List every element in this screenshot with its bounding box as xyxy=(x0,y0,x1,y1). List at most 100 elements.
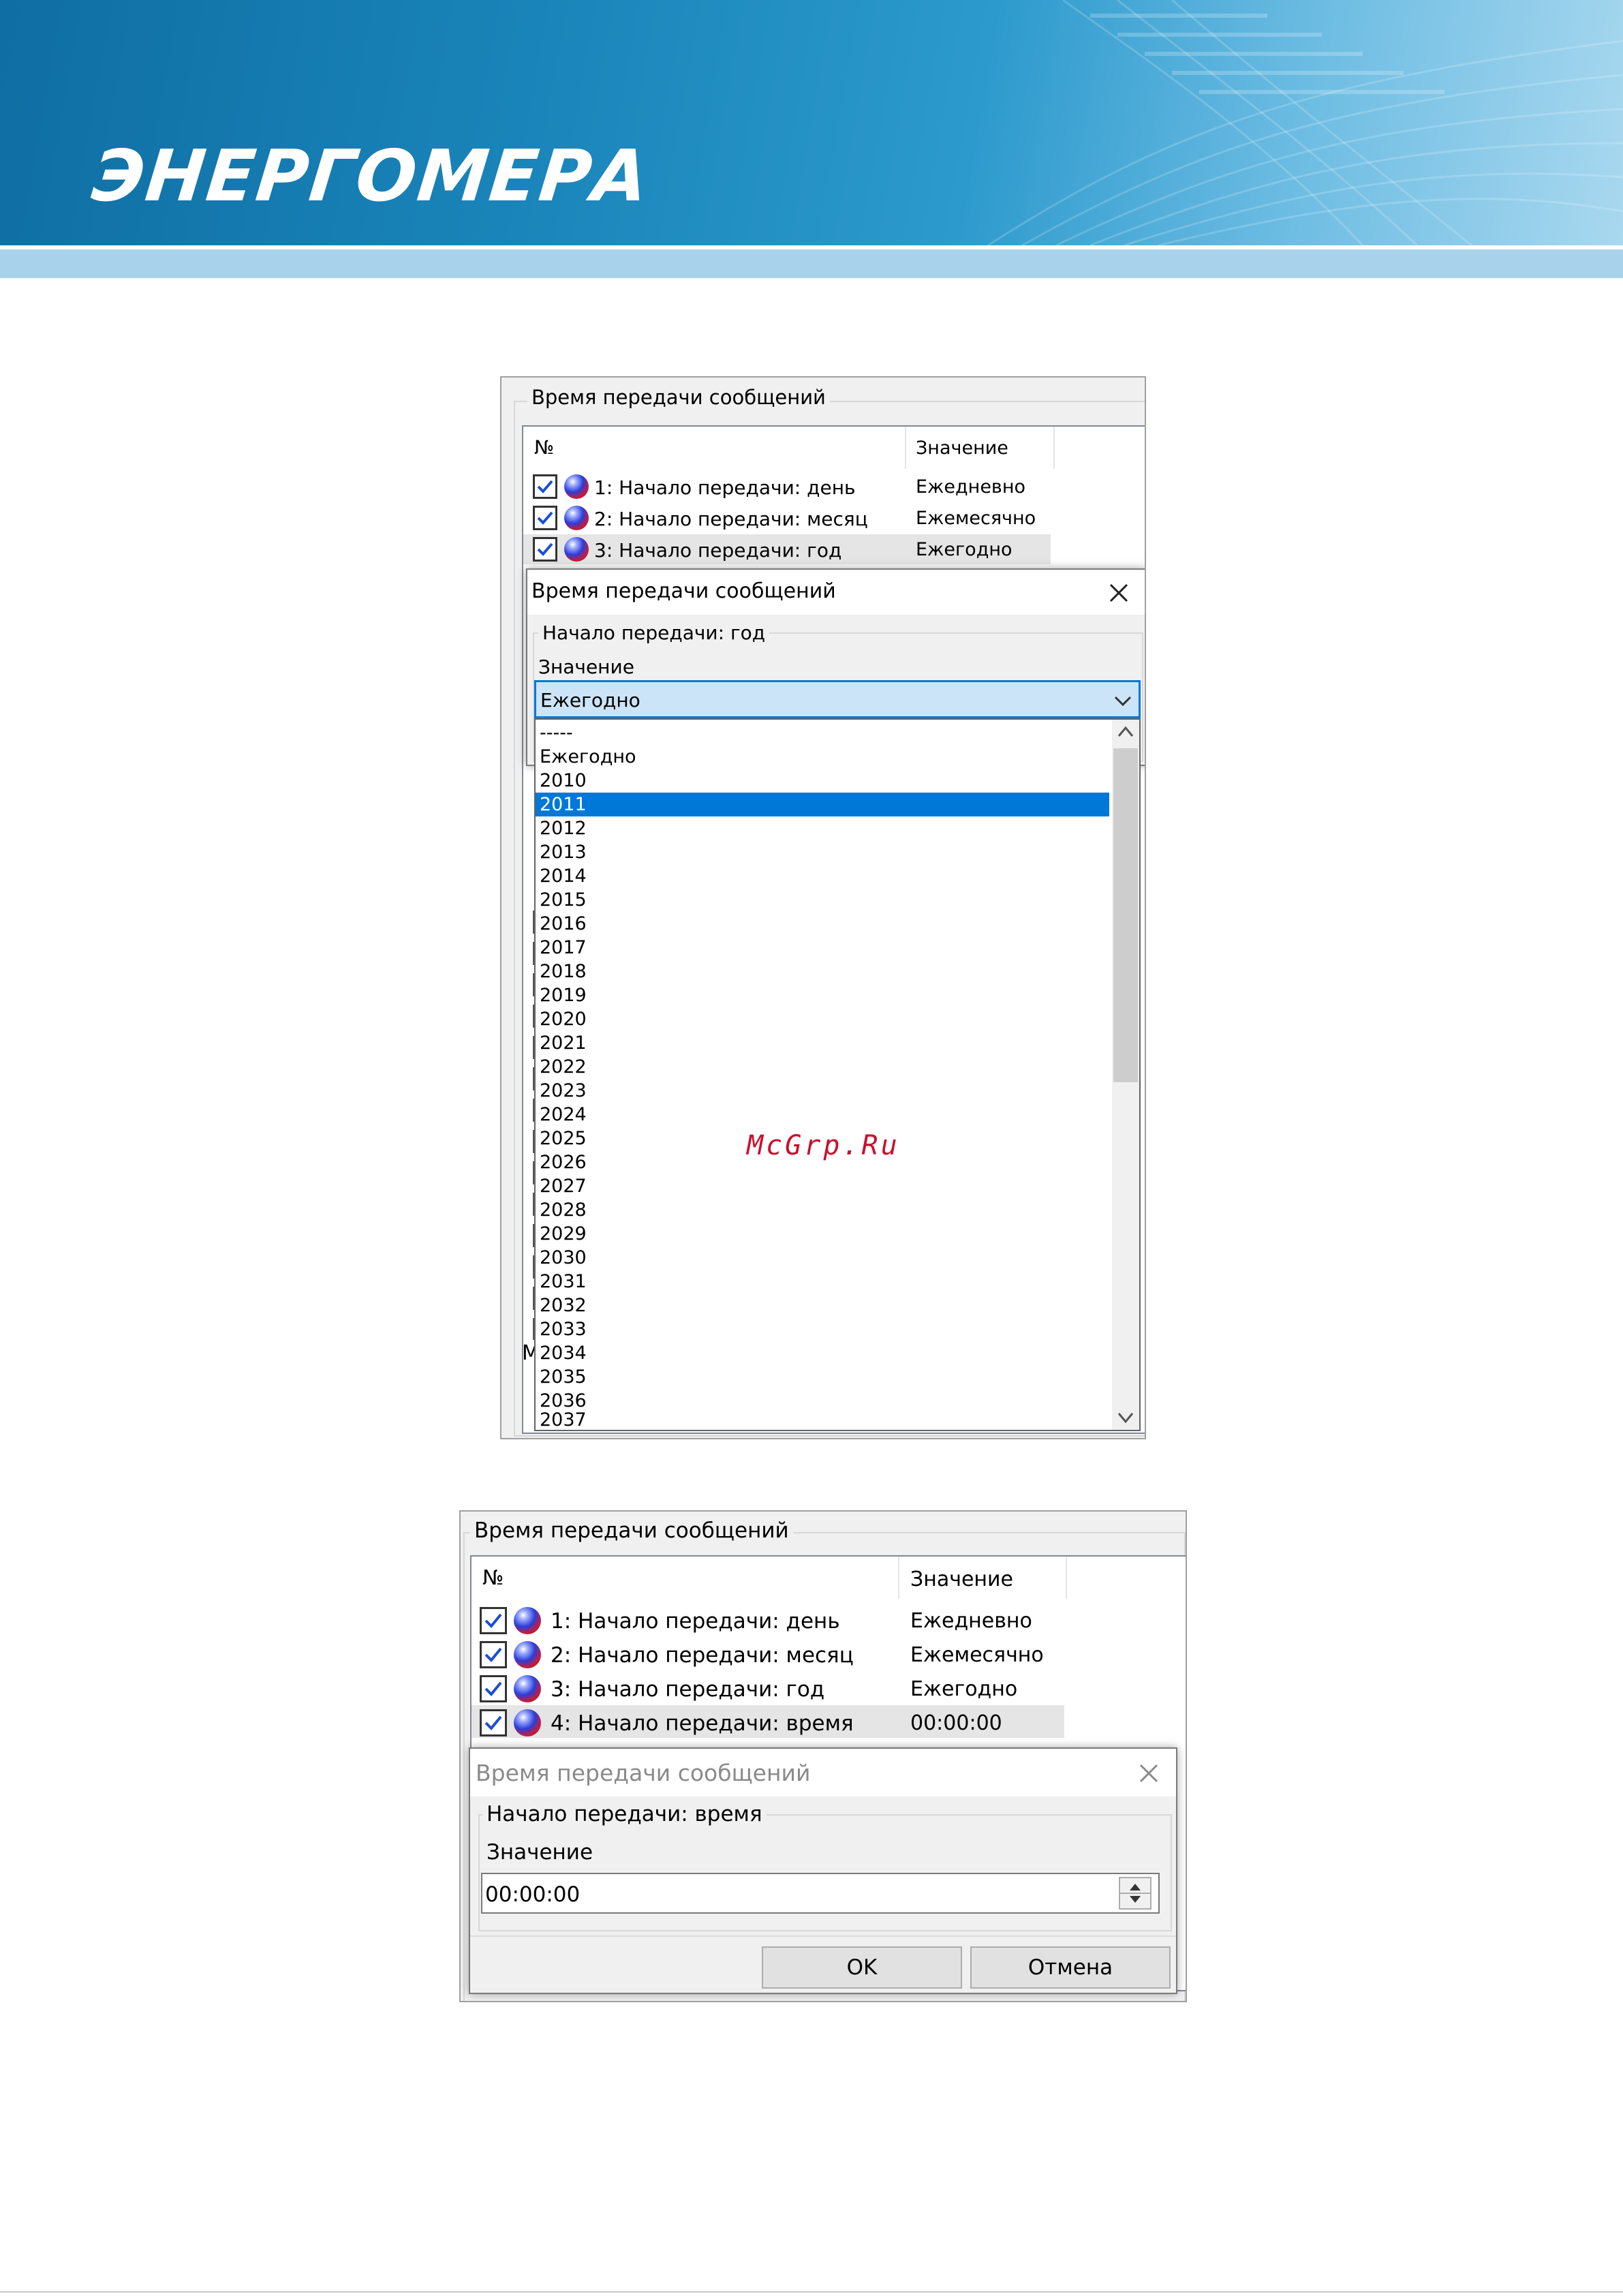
dropdown-option[interactable]: 2013 xyxy=(536,840,1109,864)
row-checkbox[interactable] xyxy=(480,1675,507,1702)
dialog-titlebar[interactable]: Время передачи сообщений xyxy=(527,570,1145,615)
dropdown-option[interactable]: ----- xyxy=(536,721,1109,745)
year-dropdown-list[interactable]: ----- Ежегодно 2010 2011 2012 2013 2014 … xyxy=(534,718,1141,1431)
table-row[interactable]: 4: Начало передачи: время 00:00:00 xyxy=(472,1705,1064,1738)
edit-dialog: Время передачи сообщений Начало передачи… xyxy=(469,1747,1177,1994)
dropdown-option[interactable]: 2021 xyxy=(536,1031,1109,1055)
screenshot-time-dialog: Время передачи сообщений № Значение 1: Н… xyxy=(459,1510,1187,2002)
energomera-logo: ЭНЕРГОМЕРА xyxy=(88,134,653,217)
spin-buttons[interactable] xyxy=(1119,1877,1151,1910)
table-row[interactable]: 2: Начало передачи: месяц Ежемесячно xyxy=(472,1637,1186,1670)
dropdown-option[interactable]: 2034 xyxy=(536,1341,1109,1365)
row-value: Ежедневно xyxy=(910,1609,1032,1633)
column-header-num[interactable]: № xyxy=(482,1566,504,1590)
row-checkbox[interactable] xyxy=(533,537,557,562)
dropdown-option[interactable]: 2020 xyxy=(536,1007,1109,1031)
row-checkbox[interactable] xyxy=(533,506,557,530)
dropdown-option[interactable]: 2027 xyxy=(536,1174,1109,1198)
dropdown-option[interactable]: 2022 xyxy=(536,1055,1109,1079)
check-icon xyxy=(484,1715,502,1730)
column-header-value[interactable]: Значение xyxy=(910,1567,1013,1591)
scrollbar-thumb[interactable] xyxy=(1113,748,1138,1082)
column-separator[interactable] xyxy=(898,1557,899,1599)
dropdown-option[interactable]: 2028 xyxy=(536,1198,1109,1222)
row-value: Ежегодно xyxy=(910,1677,1018,1701)
dropdown-option[interactable]: 2031 xyxy=(536,1270,1109,1294)
table-row[interactable]: 1: Начало передачи: день Ежедневно xyxy=(523,472,1145,502)
dropdown-option[interactable]: 2019 xyxy=(536,983,1109,1007)
chevron-down-icon[interactable] xyxy=(1113,694,1133,708)
ok-button[interactable]: OK xyxy=(762,1946,962,1989)
table-row[interactable]: 3: Начало передачи: год Ежегодно xyxy=(472,1671,1186,1704)
column-separator[interactable] xyxy=(905,427,906,469)
close-button[interactable] xyxy=(1105,579,1132,607)
header-banner: ЭНЕРГОМЕРА xyxy=(0,0,1623,245)
screenshot-year-dropdown: Время передачи сообщений № Значение 1: Н… xyxy=(500,376,1146,1439)
dropdown-option[interactable]: 2014 xyxy=(536,864,1109,888)
close-button[interactable] xyxy=(1135,1760,1162,1787)
scroll-down-icon[interactable] xyxy=(1112,1405,1139,1430)
dropdown-option[interactable]: 2033 xyxy=(536,1317,1109,1341)
group-title: Время передачи сообщений xyxy=(470,1518,793,1543)
row-label: 3: Начало передачи: год xyxy=(551,1677,825,1702)
dropdown-option[interactable]: 2016 xyxy=(536,912,1109,936)
time-spin-input[interactable]: 00:00:00 xyxy=(481,1873,1160,1914)
dropdown-option-highlighted[interactable]: 2011 xyxy=(536,793,1109,816)
param-status-icon xyxy=(514,1607,541,1634)
column-separator[interactable] xyxy=(1066,1557,1067,1599)
dropdown-option[interactable]: 2032 xyxy=(536,1294,1109,1317)
combobox-selected-value: Ежегодно xyxy=(540,689,640,711)
dropdown-option[interactable]: Ежегодно xyxy=(536,745,1109,769)
dropdown-option[interactable]: 2017 xyxy=(536,936,1109,960)
check-icon xyxy=(537,542,553,556)
dialog-titlebar[interactable]: Время передачи сообщений xyxy=(470,1749,1176,1796)
dropdown-scrollbar[interactable] xyxy=(1112,720,1139,1430)
dialog-title: Время передачи сообщений xyxy=(531,579,836,603)
dropdown-option[interactable]: 2037 xyxy=(536,1408,1109,1430)
row-label: 4: Начало передачи: время xyxy=(551,1711,854,1736)
dialog-group-title: Начало передачи: год xyxy=(538,622,770,644)
field-label: Значение xyxy=(486,1840,593,1865)
param-status-icon xyxy=(564,474,589,499)
dropdown-option[interactable]: 2024 xyxy=(536,1103,1109,1127)
row-checkbox[interactable] xyxy=(480,1709,507,1736)
dialog-group-title: Начало передачи: время xyxy=(482,1802,767,1826)
table-row[interactable]: 3: Начало передачи: год Ежегодно xyxy=(523,534,1051,564)
dropdown-option[interactable]: 2010 xyxy=(536,769,1109,793)
dropdown-option[interactable]: 2012 xyxy=(536,816,1109,840)
row-checkbox[interactable] xyxy=(533,474,557,499)
param-status-icon xyxy=(514,1641,541,1668)
close-icon xyxy=(1139,1764,1158,1783)
check-icon xyxy=(537,511,553,525)
cancel-button[interactable]: Отмена xyxy=(970,1946,1171,1989)
row-checkbox[interactable] xyxy=(480,1641,507,1668)
param-status-icon xyxy=(564,537,589,562)
time-value[interactable]: 00:00:00 xyxy=(485,1882,580,1907)
scroll-up-icon[interactable] xyxy=(1112,720,1139,744)
check-icon xyxy=(484,1647,502,1662)
value-combobox[interactable]: Ежегодно xyxy=(534,680,1141,718)
dropdown-option[interactable]: 2018 xyxy=(536,960,1109,983)
footer-divider xyxy=(0,2291,1623,2293)
group-title: Время передачи сообщений xyxy=(527,386,830,409)
dropdown-option[interactable]: 2030 xyxy=(536,1246,1109,1270)
table-row[interactable]: 2: Начало передачи: месяц Ежемесячно xyxy=(523,503,1145,533)
dropdown-option[interactable]: 2023 xyxy=(536,1079,1109,1103)
row-checkbox[interactable] xyxy=(480,1607,507,1634)
param-status-icon xyxy=(564,506,589,530)
watermark-text: McGrp.Ru xyxy=(747,1130,900,1161)
dropdown-option[interactable]: 2029 xyxy=(536,1222,1109,1246)
row-label: 3: Начало передачи: год xyxy=(594,539,842,562)
column-header-value[interactable]: Значение xyxy=(916,438,1008,459)
row-value: Ежемесячно xyxy=(916,508,1036,529)
column-separator[interactable] xyxy=(1053,427,1055,469)
dropdown-option[interactable]: 2035 xyxy=(536,1365,1109,1389)
check-icon xyxy=(484,1681,502,1696)
check-icon xyxy=(537,480,553,493)
table-row[interactable]: 1: Начало передачи: день Ежедневно xyxy=(472,1603,1186,1636)
dropdown-option[interactable]: 2015 xyxy=(536,888,1109,912)
column-header-num[interactable]: № xyxy=(534,436,554,459)
check-icon xyxy=(484,1613,502,1628)
spin-up-down-icon[interactable] xyxy=(1120,1878,1150,1908)
row-label: 2: Начало передачи: месяц xyxy=(594,508,868,530)
